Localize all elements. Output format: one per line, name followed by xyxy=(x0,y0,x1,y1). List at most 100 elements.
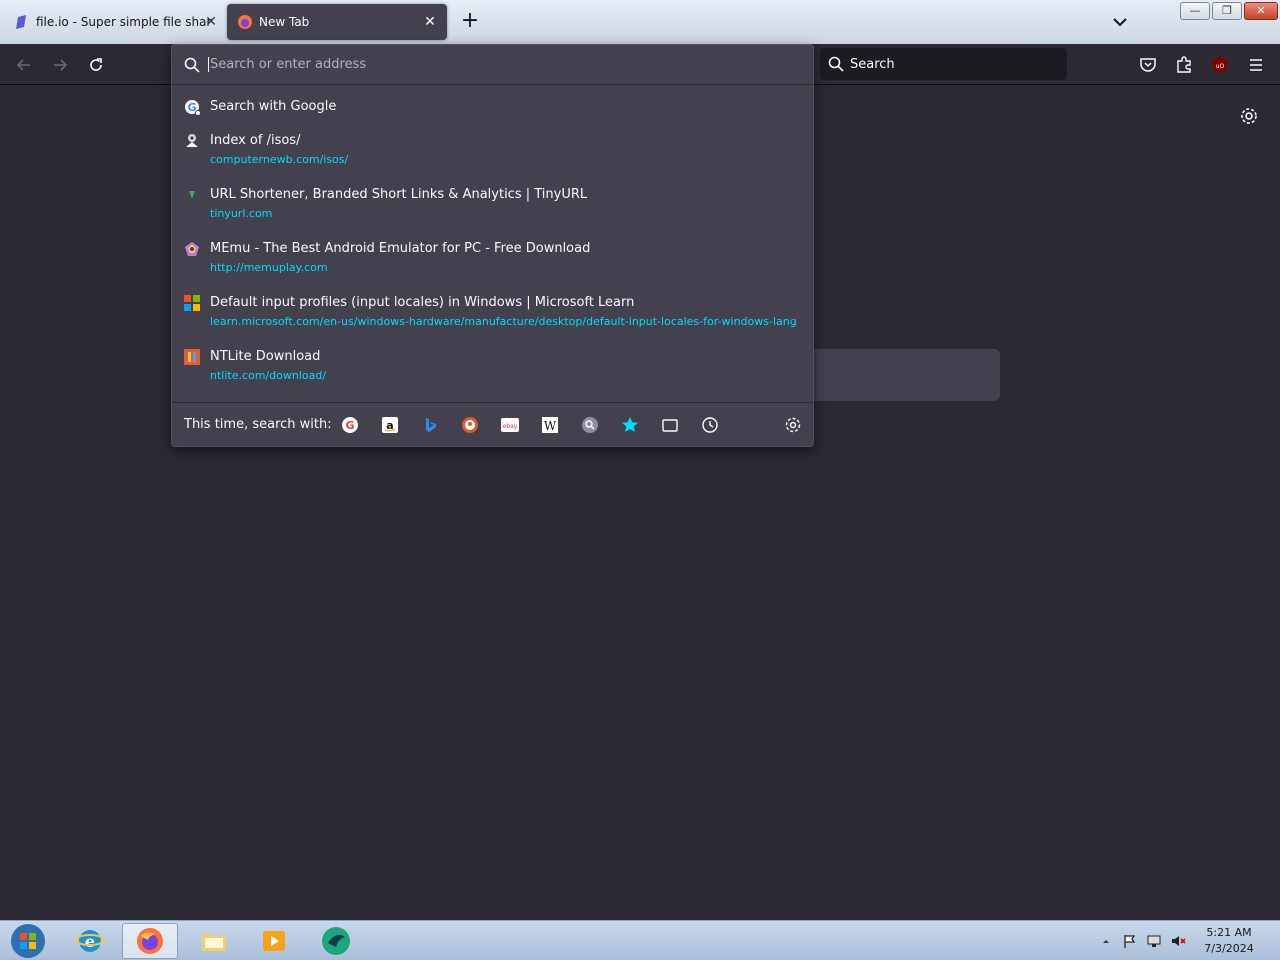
folder-icon xyxy=(202,934,226,951)
file-explorer-taskbar-button[interactable] xyxy=(186,923,242,959)
urlbar-input-row xyxy=(172,45,813,85)
microsoft-icon xyxy=(184,295,200,311)
tab-title: New Tab xyxy=(259,15,310,29)
firefox-taskbar-button[interactable] xyxy=(122,923,178,959)
amazon-icon[interactable]: a xyxy=(380,415,400,435)
taskbar: e 5:21 AM 7/3/2024 xyxy=(0,920,1280,960)
media-player-icon xyxy=(263,931,285,951)
result-microsoft[interactable]: Default input profiles (input locales) i… xyxy=(172,289,813,343)
gear-icon xyxy=(1241,108,1257,124)
arrow-left-icon xyxy=(16,59,30,71)
svg-text:W: W xyxy=(544,419,557,433)
result-ntlite[interactable]: NTLite Download ntlite.com/download/ xyxy=(172,343,813,397)
close-window-button[interactable]: ✕ xyxy=(1244,2,1278,20)
one-off-label: This time, search with: xyxy=(184,417,332,432)
result-title: NTLite Download xyxy=(210,349,321,364)
google-icon: G xyxy=(184,99,201,116)
tabs-icon[interactable] xyxy=(660,415,680,435)
google-icon[interactable]: G xyxy=(340,415,360,435)
gear-icon xyxy=(785,417,801,433)
show-hidden-icons-icon[interactable] xyxy=(1100,935,1112,947)
svg-text:ebay: ebay xyxy=(503,423,518,430)
clock-time: 5:21 AM xyxy=(1206,926,1252,939)
network-icon[interactable] xyxy=(1146,933,1162,949)
start-button[interactable] xyxy=(0,923,56,959)
ebay-icon[interactable]: ebay xyxy=(500,415,520,435)
pocket-icon xyxy=(1140,58,1156,72)
memu-icon xyxy=(184,241,200,257)
result-title: Index of /isos/ xyxy=(210,133,301,148)
urlbar-popup: G Search with Google Index of /isos/ com… xyxy=(171,44,814,447)
clock-date: 7/3/2024 xyxy=(1204,942,1254,955)
new-tab-button[interactable]: + xyxy=(458,8,482,36)
minimize-button[interactable]: — xyxy=(1180,2,1210,20)
volume-muted-icon[interactable] xyxy=(1170,933,1186,949)
close-tab-icon[interactable]: ✕ xyxy=(202,13,220,31)
result-url: computernewb.com/isos/ xyxy=(210,153,349,166)
system-tray xyxy=(1100,921,1186,960)
search-input[interactable]: Search xyxy=(820,48,1067,80)
bing-icon[interactable] xyxy=(420,415,440,435)
search-engine-icon[interactable] xyxy=(580,415,600,435)
pocket-button[interactable] xyxy=(1135,52,1161,78)
svg-text:G: G xyxy=(345,419,354,432)
reload-icon xyxy=(90,58,102,71)
forward-button[interactable] xyxy=(47,52,73,78)
media-player-taskbar-button[interactable] xyxy=(246,923,302,959)
result-url: http://memuplay.com xyxy=(210,261,328,274)
svg-text:uO: uO xyxy=(1216,63,1225,70)
customize-new-tab-button[interactable] xyxy=(1238,105,1260,127)
isos-icon xyxy=(184,133,200,149)
bird-app-icon xyxy=(322,927,350,955)
firefox-icon xyxy=(137,928,163,954)
result-url: ntlite.com/download/ xyxy=(210,369,327,382)
search-icon xyxy=(184,57,200,73)
menu-button[interactable] xyxy=(1243,52,1269,78)
taskbar-clock[interactable]: 5:21 AM 7/3/2024 xyxy=(1196,925,1262,957)
wikipedia-icon[interactable]: W xyxy=(540,415,560,435)
search-placeholder: Search xyxy=(850,56,895,72)
ntlite-icon xyxy=(184,349,200,365)
internet-explorer-icon: e xyxy=(75,930,105,952)
result-title: URL Shortener, Branded Short Links & Ana… xyxy=(210,187,588,202)
history-icon[interactable] xyxy=(700,415,720,435)
ublock-button[interactable]: uO xyxy=(1207,52,1233,78)
back-button[interactable] xyxy=(11,52,37,78)
maximize-button[interactable]: ❐ xyxy=(1212,2,1242,20)
urlbar-results: G Search with Google Index of /isos/ com… xyxy=(172,93,813,397)
bookmarks-icon[interactable] xyxy=(620,415,640,435)
result-isos[interactable]: Index of /isos/ computernewb.com/isos/ xyxy=(172,127,813,181)
tab-new-tab[interactable]: New Tab ✕ xyxy=(227,4,447,40)
tab-fileio[interactable]: file.io - Super simple file sharing ✕ xyxy=(4,4,222,40)
puzzle-icon xyxy=(1177,56,1191,73)
newtab-search-box-backdrop xyxy=(813,349,1000,401)
flag-icon[interactable] xyxy=(1122,933,1138,949)
result-memu[interactable]: MEmu - The Best Android Emulator for PC … xyxy=(172,235,813,289)
tab-title: file.io - Super simple file sharing xyxy=(36,15,212,29)
result-tinyurl[interactable]: URL Shortener, Branded Short Links & Ana… xyxy=(172,181,813,235)
duckduckgo-icon[interactable] xyxy=(460,415,480,435)
internet-explorer-taskbar-button[interactable]: e xyxy=(62,923,118,959)
one-off-search-buttons: This time, search with: G a ebay W xyxy=(172,402,813,446)
reload-button[interactable] xyxy=(83,52,109,78)
firefox-icon xyxy=(237,14,253,30)
close-tab-icon[interactable]: ✕ xyxy=(421,13,439,31)
search-icon xyxy=(828,56,844,72)
chevron-down-icon xyxy=(1113,18,1127,27)
extensions-button[interactable] xyxy=(1171,52,1197,78)
search-settings-button[interactable] xyxy=(783,415,803,435)
tinyurl-icon xyxy=(184,187,200,203)
windows-start-icon xyxy=(11,924,45,958)
tab-strip: file.io - Super simple file sharing ✕ Ne… xyxy=(0,0,1280,44)
app-taskbar-button[interactable] xyxy=(308,923,364,959)
list-all-tabs-button[interactable] xyxy=(1108,10,1132,34)
result-url: tinyurl.com xyxy=(210,207,273,220)
fileio-icon xyxy=(14,14,30,30)
ublock-icon: uO xyxy=(1213,57,1227,73)
urlbar-input[interactable] xyxy=(208,57,788,72)
result-title: Default input profiles (input locales) i… xyxy=(210,295,635,310)
result-search-google[interactable]: G Search with Google xyxy=(172,93,813,127)
arrow-right-icon xyxy=(54,59,68,71)
result-title: MEmu - The Best Android Emulator for PC … xyxy=(210,241,591,256)
result-url: learn.microsoft.com/en-us/windows-hardwa… xyxy=(210,315,798,328)
